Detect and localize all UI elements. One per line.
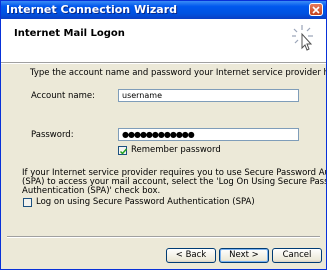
close-icon bbox=[312, 6, 320, 14]
window-title: Internet Connection Wizard bbox=[6, 3, 177, 16]
page-title: Internet Mail Logon bbox=[14, 28, 125, 39]
remember-password-label[interactable]: Remember password bbox=[131, 145, 221, 155]
close-button[interactable] bbox=[309, 3, 323, 16]
wizard-header: Internet Mail Logon bbox=[1, 19, 326, 62]
spa-info-line-3: Authentication (SPA)' check box. bbox=[22, 186, 161, 196]
next-button[interactable]: Next > bbox=[219, 248, 269, 263]
password-input[interactable]: ●●●●●●●●●●●● bbox=[118, 128, 299, 141]
intro-text: Type the account name and password your … bbox=[30, 68, 326, 78]
wizard-sparkle-icon bbox=[292, 25, 313, 51]
spa-checkbox-label[interactable]: Log on using Secure Password Authenticat… bbox=[36, 197, 255, 207]
remember-password-checkbox[interactable] bbox=[118, 146, 128, 155]
account-name-input[interactable]: username bbox=[118, 89, 299, 102]
password-label: Password: bbox=[31, 130, 74, 140]
wizard-window: Internet Connection Wizard Internet Mail… bbox=[0, 0, 327, 270]
checkmark-icon bbox=[119, 148, 128, 155]
title-bar: Internet Connection Wizard bbox=[1, 1, 326, 19]
back-button[interactable]: < Back bbox=[166, 248, 216, 263]
cancel-button[interactable]: Cancel bbox=[272, 248, 322, 263]
footer-divider-highlight bbox=[7, 237, 320, 238]
spa-checkbox[interactable] bbox=[23, 198, 32, 207]
account-name-label: Account name: bbox=[31, 91, 95, 101]
header-divider-highlight bbox=[1, 63, 326, 64]
